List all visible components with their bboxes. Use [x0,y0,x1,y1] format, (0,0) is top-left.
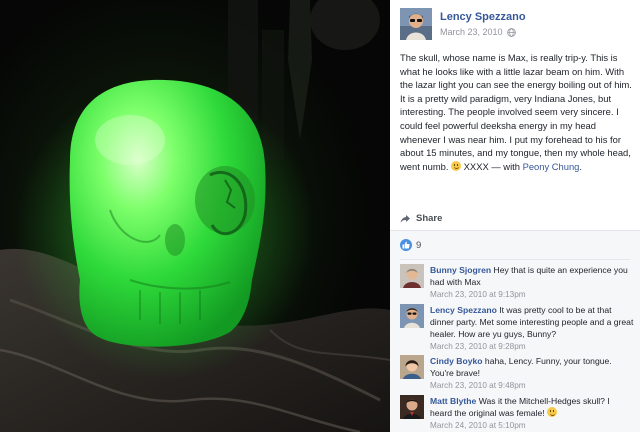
share-icon [400,214,410,223]
commenter-avatar[interactable] [400,355,424,379]
tagged-person-link[interactable]: Peony Chung [523,161,580,172]
post-header: Lency Spezzano March 23, 2010 [400,8,636,40]
post-text: The skull, whose name is Max, is really … [400,51,634,173]
post-date[interactable]: March 23, 2010 [440,27,503,37]
comment-timestamp[interactable]: March 24, 2010 at 5:10pm [430,420,634,432]
avatar-image [400,264,424,288]
post-author-name[interactable]: Lency Spezzano [440,11,526,23]
comments-section: 9 Bunny Sjogren Hey that is quite an exp… [390,231,640,432]
comment-body: Bunny Sjogren Hey that is quite an exper… [430,264,634,301]
comment-author[interactable]: Matt Blythe [430,396,476,406]
globe-icon [506,27,516,37]
with-suffix: . [579,160,583,172]
comment-timestamp[interactable]: March 23, 2010 at 9:13pm [430,289,634,301]
commenter-avatar[interactable] [400,395,424,419]
comment-body: Cindy Boyko haha, Lency. Funny, your ton… [430,355,634,392]
comment-timestamp[interactable]: March 23, 2010 at 9:28pm [430,341,634,353]
post-panel: Lency Spezzano March 23, 2010 The skull,… [390,0,640,432]
avatar-image [400,395,424,419]
comment-timestamp[interactable]: March 23, 2010 at 9:48pm [430,380,634,392]
post-body-suffix: XXXX [461,160,489,172]
commenter-avatar[interactable] [400,304,424,328]
like-icon [400,239,412,251]
author-avatar[interactable] [400,8,432,40]
commenter-avatar[interactable] [400,264,424,288]
post-photo[interactable] [0,0,390,432]
avatar-image [400,8,432,40]
comment-author[interactable]: Cindy Boyko [430,356,483,366]
avatar-image [400,304,424,328]
smile-emoji-icon [547,407,558,417]
likes-divider [400,259,630,260]
comment-body: Lency Spezzano It was pretty cool to be … [430,304,634,353]
post-meta: March 23, 2010 [440,27,516,37]
comment-body: Matt Blythe Was it the Mitchell-Hedges s… [430,395,634,432]
avatar-image [400,355,424,379]
share-label: Share [416,213,443,224]
comment-author[interactable]: Bunny Sjogren [430,265,491,275]
crystal-skull-image [0,0,390,432]
share-button[interactable]: Share [400,213,442,224]
smile-emoji-icon [451,160,462,171]
comment-author[interactable]: Lency Spezzano [430,305,497,315]
post-body-text: The skull, whose name is Max, is really … [400,52,632,172]
like-count: 9 [416,239,422,251]
with-prefix: — with [491,160,523,172]
likes-summary[interactable]: 9 [400,239,421,251]
